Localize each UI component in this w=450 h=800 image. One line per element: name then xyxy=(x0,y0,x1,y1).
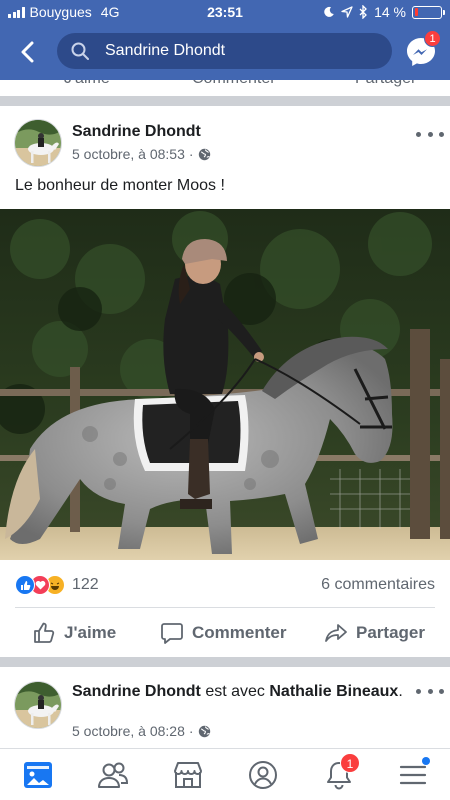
more-icon xyxy=(416,688,421,694)
actions-divider xyxy=(15,607,435,608)
friends-icon xyxy=(98,762,129,788)
post2-options-button[interactable] xyxy=(416,683,444,699)
feed-separator xyxy=(0,657,450,667)
menu-icon xyxy=(399,765,427,785)
menu-update-dot xyxy=(422,757,430,765)
battery-level xyxy=(414,8,418,16)
comment-button[interactable]: Commenter xyxy=(160,620,286,646)
avatar[interactable] xyxy=(14,119,62,167)
previous-share-button[interactable]: Partager xyxy=(355,80,416,88)
avatar-image xyxy=(15,120,61,166)
reaction-count: 122 xyxy=(72,576,99,593)
like-reaction-icon xyxy=(15,575,35,595)
post2-suffix: . xyxy=(398,683,403,700)
comments-count[interactable]: 6 commentaires xyxy=(321,576,435,594)
comment-label: Commenter xyxy=(192,623,287,642)
like-icon xyxy=(34,622,55,643)
status-right: 14 % xyxy=(323,4,445,20)
post2-date[interactable]: 5 octobre, à 08:28 xyxy=(72,723,185,739)
tab-profile[interactable] xyxy=(247,759,279,791)
more-icon xyxy=(416,131,421,137)
avatar[interactable] xyxy=(14,681,62,729)
avatar-image xyxy=(15,682,61,728)
tab-marketplace[interactable] xyxy=(172,759,204,791)
post-date[interactable]: 5 octobre, à 08:53 xyxy=(72,146,185,162)
post-text: Le bonheur de monter Moos ! xyxy=(15,177,225,194)
post2-author-line: Sandrine Dhondt est avec Nathalie Bineau… xyxy=(72,681,412,702)
post2-meta: 5 octobre, à 08:28 · xyxy=(72,723,211,739)
share-label: Partager xyxy=(356,623,425,642)
previous-like-button[interactable]: J'aime xyxy=(64,80,110,88)
share-button[interactable]: Partager xyxy=(324,620,425,646)
profile-icon xyxy=(249,761,277,789)
like-label: J'aime xyxy=(64,623,117,642)
post2-author[interactable]: Sandrine Dhondt xyxy=(72,683,201,700)
top-header: Bouygues 4G 23:51 14 % Sandrine Dhondt 1 xyxy=(0,0,450,80)
search-input[interactable]: Sandrine Dhondt xyxy=(57,33,392,69)
search-icon xyxy=(71,42,89,60)
battery-percent: 14 % xyxy=(374,4,406,20)
post2-tagged-user[interactable]: Nathalie Bineaux xyxy=(269,683,398,700)
post-meta: 5 octobre, à 08:53 · xyxy=(72,146,211,162)
post-photo[interactable] xyxy=(0,209,450,560)
comment-icon xyxy=(161,623,183,644)
meta-dot: · xyxy=(188,723,194,739)
reaction-summary[interactable]: 122 xyxy=(15,575,99,595)
globe-icon xyxy=(198,148,210,160)
tab-friends[interactable] xyxy=(97,759,129,791)
back-icon xyxy=(21,41,34,63)
bluetooth-icon xyxy=(359,5,367,19)
previous-post-actions: J'aime Commenter Partager xyxy=(0,80,450,96)
notifications-badge: 1 xyxy=(340,753,360,773)
back-button[interactable] xyxy=(14,38,42,66)
moon-icon xyxy=(324,6,334,17)
share-icon xyxy=(325,624,347,642)
globe-icon xyxy=(198,725,210,737)
news-feed-icon xyxy=(24,762,52,788)
feed-separator xyxy=(0,96,450,106)
horse-rider-photo xyxy=(0,209,450,560)
post2-connector: est avec xyxy=(200,683,270,700)
location-icon xyxy=(341,6,353,18)
like-button[interactable]: J'aime xyxy=(32,620,116,646)
battery-icon xyxy=(412,5,445,19)
post-options-button[interactable] xyxy=(416,126,444,142)
tab-news-feed[interactable] xyxy=(22,759,54,791)
previous-comment-button[interactable]: Commenter xyxy=(192,80,276,88)
search-value: Sandrine Dhondt xyxy=(105,42,226,59)
marketplace-icon xyxy=(174,762,202,788)
meta-dot: · xyxy=(188,146,194,162)
post-author[interactable]: Sandrine Dhondt xyxy=(72,123,201,141)
messenger-badge: 1 xyxy=(424,30,441,47)
bottom-tab-bar xyxy=(0,748,450,800)
status-bar: Bouygues 4G 23:51 14 % xyxy=(0,0,450,24)
